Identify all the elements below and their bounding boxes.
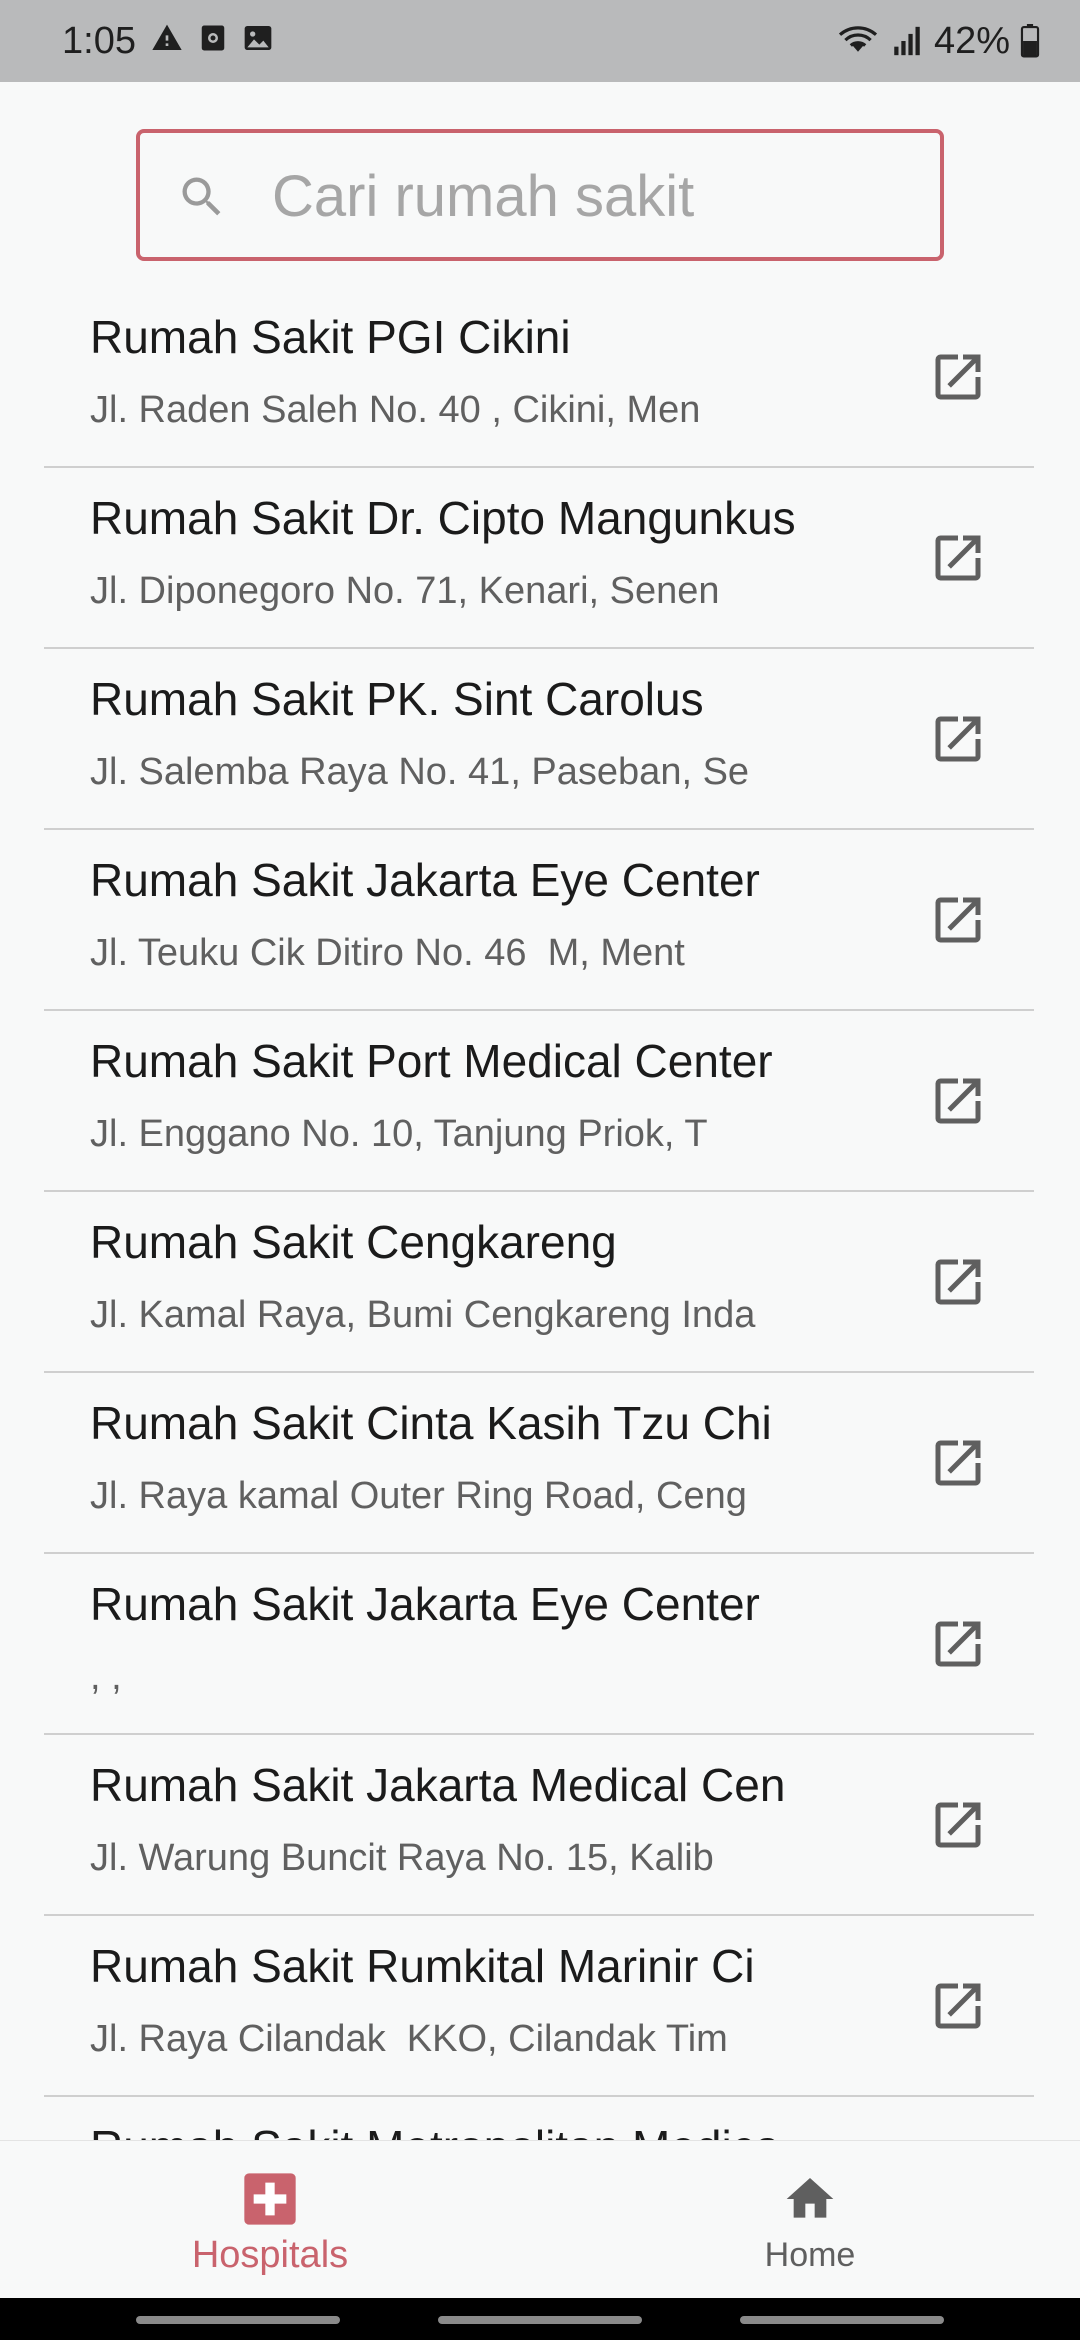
status-bar: 1:05 42% — [0, 0, 1080, 82]
hospital-name: Rumah Sakit Port Medical Center — [90, 1035, 773, 1087]
hospital-name: Rumah Sakit Dr. Cipto Mangunkus — [90, 492, 796, 544]
list-item[interactable]: Rumah Sakit Port Medical Center Jl. Engg… — [44, 1011, 1034, 1192]
list-item[interactable]: Rumah Sakit Cinta Kasih Tzu Chi Jl. Raya… — [44, 1373, 1034, 1554]
open-in-new-icon[interactable] — [928, 890, 988, 950]
search-icon — [182, 177, 221, 216]
sim-icon — [201, 25, 225, 51]
hospital-list[interactable]: Rumah Sakit PGI Cikini Jl. Raden Saleh N… — [44, 287, 1034, 2140]
open-in-new-icon[interactable] — [928, 1433, 988, 1493]
open-in-new-icon[interactable] — [928, 709, 988, 769]
hospital-name: Rumah Sakit Jakarta Eye Center — [90, 854, 760, 906]
list-item[interactable]: Rumah Sakit Dr. Cipto Mangunkus Jl. Dipo… — [44, 468, 1034, 649]
search-box[interactable] — [136, 129, 944, 261]
list-item[interactable]: Rumah Sakit Jakarta Medical Cen Jl. Waru… — [44, 1735, 1034, 1916]
hospital-address: Jl. Raya kamal Outer Ring Road, Ceng — [90, 1475, 747, 1517]
hospital-address: Jl. Enggano No. 10, Tanjung Priok, T — [90, 1113, 708, 1155]
list-item[interactable]: Rumah Sakit Jakarta Eye Center Jl. Teuku… — [44, 830, 1034, 1011]
hospital-address: Jl. Raya Cilandak KKO, Cilandak Tim — [90, 2018, 728, 2060]
open-in-new-icon[interactable] — [928, 1614, 988, 1674]
open-in-new-icon[interactable] — [928, 1252, 988, 1312]
nav-label-hospitals: Hospitals — [191, 2234, 349, 2276]
hospital-name: Rumah Sakit PGI Cikini — [90, 311, 571, 363]
list-item[interactable]: Rumah Sakit PGI Cikini Jl. Raden Saleh N… — [44, 287, 1034, 468]
hospital-address: Jl. Teuku Cik Ditiro No. 46 M, Ment — [90, 932, 685, 974]
gesture-handle-center[interactable] — [438, 2316, 642, 2324]
hospital-address: Jl. Salemba Raya No. 41, Paseban, Se — [90, 751, 750, 793]
hospital-name: Rumah Sakit Metropolitan Medica — [90, 2119, 920, 2140]
hospital-address: Jl. Diponegoro No. 71, Kenari, Senen — [90, 570, 720, 612]
signal-icon — [894, 26, 920, 56]
hospital-name: Rumah Sakit Cengkareng — [90, 1216, 617, 1268]
open-in-new-icon[interactable] — [928, 347, 988, 407]
home-icon — [786, 2178, 834, 2218]
open-in-new-icon[interactable] — [928, 1071, 988, 1131]
gesture-handle-left[interactable] — [136, 2316, 340, 2324]
warning-icon — [152, 24, 182, 50]
hospital-cross-icon — [244, 2173, 296, 2225]
list-item[interactable]: Rumah Sakit PK. Sint Carolus Jl. Salemba… — [44, 649, 1034, 830]
open-in-new-icon[interactable] — [928, 528, 988, 588]
hospital-name: Rumah Sakit PK. Sint Carolus — [90, 673, 704, 725]
hospital-address: Jl. Raden Saleh No. 40 , Cikini, Men — [90, 389, 701, 431]
system-gesture-bar — [0, 2298, 1080, 2340]
hospital-address: Jl. Kamal Raya, Bumi Cengkareng Inda — [90, 1294, 756, 1336]
open-in-new-icon[interactable] — [928, 1976, 988, 2036]
nav-tab-hospitals[interactable]: Hospitals — [0, 2141, 540, 2299]
wifi-icon — [838, 26, 878, 52]
status-time: 1:05 — [62, 20, 136, 62]
hospital-address: , , — [90, 1656, 122, 1698]
status-notification-icons — [150, 22, 274, 54]
list-item[interactable]: Rumah Sakit Rumkital Marinir Ci Jl. Raya… — [44, 1916, 1034, 2097]
nav-label-home: Home — [764, 2236, 856, 2274]
battery-percent: 42% — [933, 20, 1010, 62]
search-input[interactable] — [272, 151, 912, 241]
hospital-name: Rumah Sakit Jakarta Medical Cen — [90, 1759, 786, 1811]
gesture-handle-right[interactable] — [740, 2316, 944, 2324]
hospital-address: Jl. Warung Buncit Raya No. 15, Kalib — [90, 1837, 714, 1879]
open-in-new-icon[interactable] — [928, 1795, 988, 1855]
battery-icon — [1020, 24, 1040, 58]
list-item[interactable]: Rumah Sakit Jakarta Eye Center , , — [44, 1554, 1034, 1735]
bottom-navigation: Hospitals Home — [0, 2140, 1080, 2299]
hospital-name: Rumah Sakit Cinta Kasih Tzu Chi — [90, 1397, 772, 1449]
list-item[interactable]: Rumah Sakit Metropolitan Medica — [44, 2097, 1034, 2140]
hospital-name: Rumah Sakit Rumkital Marinir Ci — [90, 1940, 755, 1992]
nav-tab-home[interactable]: Home — [540, 2141, 1080, 2299]
status-system-icons: 42% — [836, 18, 1040, 64]
image-icon — [244, 26, 272, 50]
hospital-name: Rumah Sakit Jakarta Eye Center — [90, 1578, 760, 1630]
list-item[interactable]: Rumah Sakit Cengkareng Jl. Kamal Raya, B… — [44, 1192, 1034, 1373]
